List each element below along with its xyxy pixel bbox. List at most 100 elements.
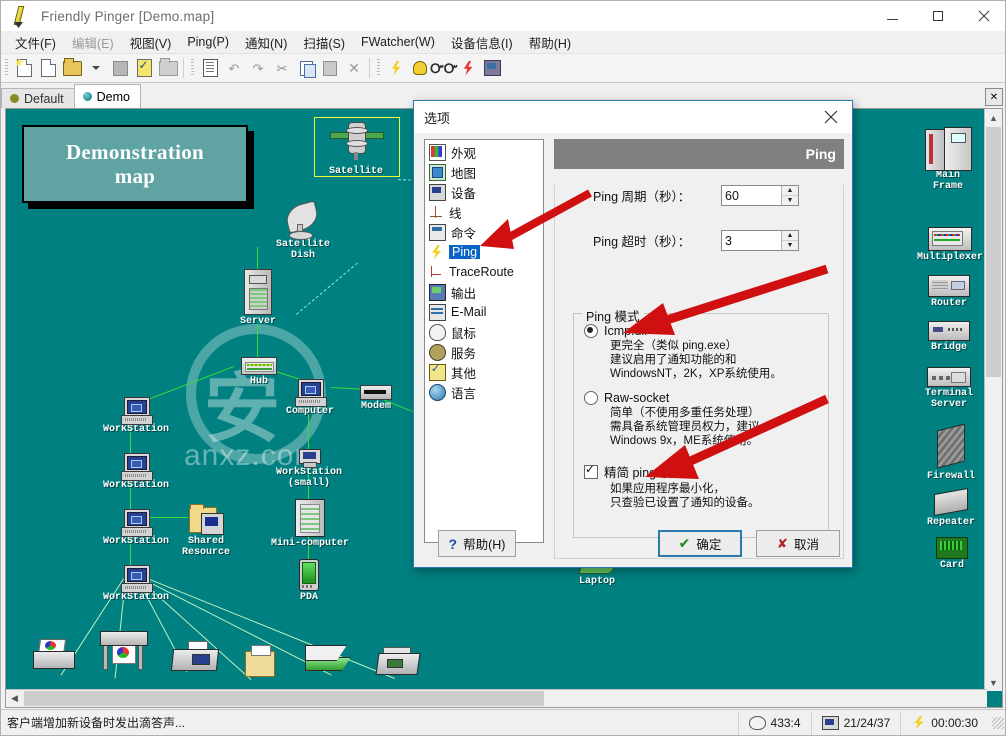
node-workstation-3[interactable]: WorkStation xyxy=(101,509,171,547)
node-shared-resource[interactable]: Shared Resource xyxy=(174,504,238,558)
ping-timeout-up-button[interactable]: ▲ xyxy=(782,231,798,241)
category-traceroute[interactable]: TraceRoute xyxy=(425,262,543,282)
option-icmp-radio[interactable] xyxy=(584,324,598,338)
node-workstation-1[interactable]: WorkStation xyxy=(101,397,171,435)
node-workstation-4[interactable]: WorkStation xyxy=(101,565,171,603)
node-tray[interactable] xyxy=(244,645,276,677)
category-mouse[interactable]: 鼠标 xyxy=(425,322,543,342)
lite-ping-row[interactable]: 精简 ping 模式 xyxy=(584,462,828,481)
node-satellite[interactable]: Satellite xyxy=(316,119,396,177)
ping-interval-spin-buttons[interactable]: ▲ ▼ xyxy=(781,186,798,205)
toolbar-grip[interactable] xyxy=(5,59,8,77)
vertical-scroll-thumb[interactable] xyxy=(986,127,1001,377)
ping-interval-stepper[interactable]: ▲ ▼ xyxy=(721,185,799,206)
ping-timeout-down-button[interactable]: ▼ xyxy=(782,241,798,250)
node-fax[interactable] xyxy=(169,641,220,671)
scroll-down-button[interactable]: ▼ xyxy=(985,674,1002,691)
menu-file[interactable]: 文件(F) xyxy=(7,31,64,54)
ping-timeout-stepper[interactable]: ▲ ▼ xyxy=(721,230,799,251)
minimize-icon[interactable] xyxy=(869,1,915,31)
toolbar-grip-2[interactable] xyxy=(191,59,194,77)
network-icon[interactable] xyxy=(480,56,504,80)
node-satellite-dish[interactable]: Satellite Dish xyxy=(256,200,350,261)
ok-button[interactable]: ✔ 确定 xyxy=(658,530,742,557)
cut-icon[interactable]: ✂ xyxy=(270,56,294,80)
node-server[interactable]: Server xyxy=(228,269,288,327)
checklist-icon[interactable] xyxy=(132,56,156,80)
redo-icon[interactable]: ↷ xyxy=(246,56,270,80)
category-export[interactable]: 输出 xyxy=(425,282,543,302)
node-scanner[interactable] xyxy=(302,645,352,671)
node-computer[interactable]: Computer xyxy=(278,379,342,417)
scroll-up-button[interactable]: ▲ xyxy=(985,109,1002,126)
menu-fwatcher[interactable]: FWatcher(W) xyxy=(353,33,443,51)
close-icon[interactable] xyxy=(961,1,1005,31)
ping-timeout-input[interactable] xyxy=(722,231,781,250)
dropdown-caret-icon[interactable] xyxy=(84,56,108,80)
undo-icon[interactable]: ↶ xyxy=(222,56,246,80)
node-multiplexer[interactable]: Multiplexer xyxy=(914,227,986,263)
paste-icon[interactable] xyxy=(318,56,342,80)
resize-grip[interactable] xyxy=(992,716,1004,729)
category-service[interactable]: 服务 xyxy=(425,342,543,362)
category-line[interactable]: 线 xyxy=(425,202,543,222)
ping-interval-input[interactable] xyxy=(722,186,781,205)
map-vertical-scrollbar[interactable]: ▲ ▼ xyxy=(984,109,1002,691)
option-rawsocket-row[interactable]: Raw-socket xyxy=(584,391,828,405)
open-folder-icon[interactable] xyxy=(60,56,84,80)
horizontal-scroll-thumb[interactable] xyxy=(24,691,544,706)
category-device[interactable]: 设备 xyxy=(425,182,543,202)
category-ping[interactable]: Ping xyxy=(425,242,543,262)
option-rawsocket-radio[interactable] xyxy=(584,391,598,405)
dialog-close-icon[interactable] xyxy=(810,101,852,133)
category-appearance[interactable]: 外观 xyxy=(425,142,543,162)
alert-bell-icon[interactable] xyxy=(408,56,432,80)
menu-scan[interactable]: 扫描(S) xyxy=(295,31,353,54)
ping-interval-down-button[interactable]: ▼ xyxy=(782,196,798,205)
node-modem[interactable]: Modem xyxy=(351,385,401,412)
node-copier[interactable] xyxy=(374,647,421,675)
category-command[interactable]: 命令 xyxy=(425,222,543,242)
node-router[interactable]: Router xyxy=(916,275,982,309)
node-firewall[interactable]: Firewall xyxy=(921,423,981,482)
copy-icon[interactable] xyxy=(294,56,318,80)
scan-binoculars-icon[interactable]: ᏅᏅ xyxy=(430,56,457,80)
node-mini-computer[interactable]: Mini-computer xyxy=(264,499,356,549)
category-email[interactable]: E-Mail xyxy=(425,302,543,322)
map-horizontal-scrollbar[interactable]: ◀ xyxy=(6,689,987,707)
menu-edit[interactable]: 编辑(E) xyxy=(64,31,122,54)
new-map-icon[interactable] xyxy=(12,56,36,80)
node-repeater[interactable]: Repeater xyxy=(920,488,982,528)
node-main-frame[interactable]: Main Frame xyxy=(916,127,980,192)
scroll-left-button[interactable]: ◀ xyxy=(6,690,23,707)
node-card[interactable]: Card xyxy=(924,537,980,571)
menu-view[interactable]: 视图(V) xyxy=(122,31,180,54)
menu-help[interactable]: 帮助(H) xyxy=(521,31,579,54)
maximize-icon[interactable] xyxy=(915,1,961,31)
delete-icon[interactable]: ✕ xyxy=(342,56,366,80)
option-icmp-row[interactable]: Icmp.dll xyxy=(584,324,828,338)
help-button[interactable]: ? 帮助(H) xyxy=(438,530,516,557)
node-printer[interactable] xyxy=(28,639,78,669)
category-language[interactable]: 语言 xyxy=(425,382,543,402)
new-document-icon[interactable] xyxy=(36,56,60,80)
tab-default[interactable]: Default xyxy=(1,88,75,108)
close-tab-button[interactable]: ✕ xyxy=(985,88,1003,106)
cancel-button[interactable]: ✘ 取消 xyxy=(756,530,840,557)
tab-demo[interactable]: Demo xyxy=(73,84,141,108)
node-bridge[interactable]: Bridge xyxy=(916,321,982,353)
category-map[interactable]: 地图 xyxy=(425,162,543,182)
ping-bolt-icon[interactable] xyxy=(384,56,408,80)
options-category-list[interactable]: 外观 地图 设备 线 命令 Ping TraceRoute 输出 E-Mail … xyxy=(424,139,544,543)
menu-ping[interactable]: Ping(P) xyxy=(179,33,237,51)
menu-notify[interactable]: 通知(N) xyxy=(237,31,295,54)
ping-interval-up-button[interactable]: ▲ xyxy=(782,186,798,196)
fwatcher-icon[interactable] xyxy=(456,56,480,80)
toolbar-grip-3[interactable] xyxy=(377,59,380,77)
category-other[interactable]: 其他 xyxy=(425,362,543,382)
node-pda[interactable]: PDA xyxy=(291,559,327,603)
node-terminal-server[interactable]: Terminal Server xyxy=(914,367,984,410)
node-workstation-2[interactable]: WorkStation xyxy=(101,453,171,491)
node-workstation-small[interactable]: WorkStation (small) xyxy=(268,449,350,489)
menu-device-info[interactable]: 设备信息(I) xyxy=(443,31,521,54)
